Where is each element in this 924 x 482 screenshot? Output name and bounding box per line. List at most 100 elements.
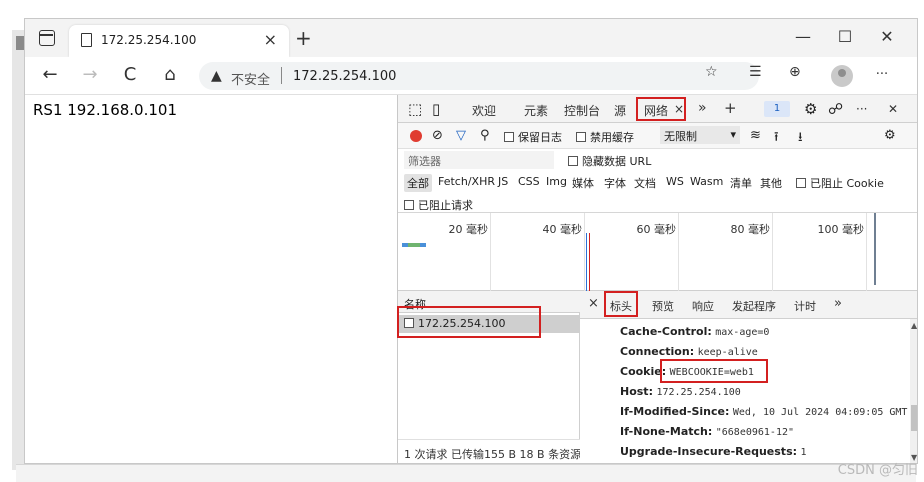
- record-icon[interactable]: [410, 130, 422, 142]
- throttling-select[interactable]: 无限制 ▾: [660, 126, 740, 144]
- feedback-icon[interactable]: ☍: [828, 100, 843, 118]
- timeline-label: 40 毫秒: [542, 223, 583, 236]
- type-filter-all[interactable]: 全部: [404, 174, 432, 192]
- scroll-up-arrow-icon[interactable]: ▲: [911, 321, 917, 330]
- tab-network[interactable]: 网络: [644, 102, 668, 119]
- blocked-cookies-checkbox[interactable]: 已阻止 Cookie: [796, 175, 884, 191]
- tab-elements[interactable]: 元素: [524, 102, 548, 119]
- type-filter-css[interactable]: CSS: [518, 175, 540, 188]
- type-filter-wasm[interactable]: Wasm: [690, 175, 723, 188]
- blocked-requests-row: 已阻止请求: [398, 193, 917, 213]
- header-row[interactable]: If-Modified-Since: Wed, 10 Jul 2024 04:0…: [620, 405, 907, 418]
- header-row[interactable]: Upgrade-Insecure-Requests: 1: [620, 445, 807, 458]
- type-filter-fetch-xhr[interactable]: Fetch/XHR: [438, 175, 495, 188]
- settings-more-button[interactable]: ···: [871, 64, 893, 86]
- devtools-more-button[interactable]: ···: [856, 102, 867, 116]
- resource-type-filters: 全部 Fetch/XHR JS CSS Img 媒体 字体 文档 WS Wasm…: [398, 171, 917, 193]
- details-close-button[interactable]: ×: [588, 296, 599, 311]
- timeline-gridline: [584, 213, 585, 291]
- tab-headers[interactable]: 标头: [610, 298, 632, 314]
- collections-icon[interactable]: ⊕: [789, 64, 801, 80]
- inspect-element-icon[interactable]: ⬚: [408, 100, 422, 118]
- type-filter-img[interactable]: Img: [546, 175, 567, 188]
- new-tab-button[interactable]: +: [295, 28, 312, 48]
- more-tabs-button[interactable]: »: [698, 100, 707, 116]
- search-icon[interactable]: ⚲: [480, 128, 490, 143]
- type-filter-other[interactable]: 其他: [760, 175, 782, 191]
- watermark: CSDN @匀旧: [837, 463, 918, 478]
- type-filter-js[interactable]: JS: [498, 175, 508, 188]
- type-filter-manifest[interactable]: 清单: [730, 175, 752, 191]
- filter-row: 筛选器 隐藏数据 URL: [398, 149, 917, 171]
- type-filter-doc[interactable]: 文档: [634, 175, 656, 191]
- avatar[interactable]: [831, 65, 853, 87]
- devtools-toolbar: ⬚ ▯ 欢迎 元素 控制台 源 网络 × » + 1 ⚙ ☍ ··· ✕: [398, 95, 917, 123]
- network-conditions-icon[interactable]: ≋: [750, 128, 761, 143]
- header-row[interactable]: Cache-Control: max-age=0: [620, 325, 769, 338]
- tab-close-button[interactable]: ×: [264, 30, 277, 49]
- type-filter-media[interactable]: 媒体: [572, 175, 594, 191]
- issues-count: 1: [773, 103, 781, 114]
- forward-button[interactable]: →: [79, 64, 101, 86]
- hide-data-urls-checkbox[interactable]: 隐藏数据 URL: [568, 153, 651, 169]
- network-settings-gear-icon[interactable]: ⚙: [884, 128, 896, 143]
- scroll-thumb[interactable]: [911, 405, 917, 431]
- close-window-button[interactable]: ✕: [875, 27, 899, 46]
- type-filter-font[interactable]: 字体: [604, 175, 626, 191]
- timeline-request-bar-segment: [408, 243, 420, 247]
- page-text: RS1 192.168.0.101: [33, 101, 177, 119]
- security-status[interactable]: 不安全: [231, 69, 270, 88]
- import-har-icon[interactable]: ⭱: [774, 128, 779, 150]
- header-row[interactable]: Connection: keep-alive: [620, 345, 758, 358]
- back-button[interactable]: ←: [39, 64, 61, 86]
- favorites-list-icon[interactable]: ☰: [749, 64, 762, 80]
- timeline-cursor: [874, 213, 876, 285]
- background-taskbar: [16, 464, 916, 482]
- url-bar[interactable]: ▲ 不安全 172.25.254.100: [199, 62, 759, 90]
- tab-welcome[interactable]: 欢迎: [472, 102, 496, 119]
- export-har-icon[interactable]: ⭳: [798, 128, 803, 150]
- tab-actions-icon[interactable]: [39, 30, 55, 46]
- dom-content-loaded-line: [586, 233, 587, 291]
- device-emulation-icon[interactable]: ▯: [432, 100, 440, 118]
- warning-icon[interactable]: ▲: [211, 68, 222, 84]
- favorite-star-icon[interactable]: ☆: [705, 64, 718, 80]
- headers-scrollbar[interactable]: ▲ ▼: [910, 319, 917, 463]
- tab-timing[interactable]: 计时: [794, 298, 816, 314]
- header-row[interactable]: If-None-Match: "668e0961-12": [620, 425, 794, 438]
- request-details: × 标头 预览 响应 发起程序 计时 » Cache-Control: max-…: [580, 291, 917, 463]
- refresh-button[interactable]: C: [119, 64, 141, 86]
- tab-title: 172.25.254.100: [101, 33, 197, 47]
- browser-tab[interactable]: 172.25.254.100 ×: [69, 25, 289, 57]
- home-button[interactable]: ⌂: [159, 64, 181, 86]
- preserve-log-checkbox[interactable]: 保留日志: [504, 129, 562, 145]
- devtools-close-button[interactable]: ✕: [888, 102, 898, 116]
- header-row[interactable]: Host: 172.25.254.100: [620, 385, 741, 398]
- add-tool-button[interactable]: +: [724, 99, 737, 117]
- network-toolbar: ⊘ ▽ ⚲ 保留日志 禁用缓存 无限制 ▾ ≋ ⭱ ⭳ ⚙: [398, 123, 917, 150]
- gear-icon[interactable]: ⚙: [804, 100, 817, 118]
- tab-response[interactable]: 响应: [692, 298, 714, 314]
- maximize-button[interactable]: ☐: [833, 27, 857, 46]
- tab-console[interactable]: 控制台: [564, 102, 600, 119]
- load-event-line: [589, 233, 590, 291]
- url-text[interactable]: 172.25.254.100: [293, 69, 396, 84]
- network-timeline-overview[interactable]: 20 毫秒 40 毫秒 60 毫秒 80 毫秒 100 毫秒: [398, 213, 917, 291]
- clear-icon[interactable]: ⊘: [432, 128, 443, 143]
- type-filter-ws[interactable]: WS: [666, 175, 684, 188]
- background-edge: [12, 30, 24, 470]
- details-more-tabs-button[interactable]: »: [834, 296, 842, 311]
- issues-badge[interactable]: 1: [764, 101, 790, 117]
- blocked-requests-checkbox[interactable]: 已阻止请求: [404, 197, 473, 213]
- request-headers-list: Cache-Control: max-age=0 Connection: kee…: [580, 321, 910, 463]
- tab-initiator[interactable]: 发起程序: [732, 298, 776, 314]
- filter-icon[interactable]: ▽: [456, 128, 466, 143]
- tab-preview[interactable]: 预览: [652, 298, 674, 314]
- tab-sources[interactable]: 源: [614, 102, 626, 119]
- disable-cache-checkbox[interactable]: 禁用缓存: [576, 129, 634, 145]
- page-icon: [81, 33, 92, 47]
- filter-input[interactable]: 筛选器: [404, 151, 554, 169]
- minimize-button[interactable]: —: [791, 27, 815, 46]
- network-tab-close-icon[interactable]: ×: [674, 102, 684, 116]
- timeline-label: 100 毫秒: [817, 223, 865, 236]
